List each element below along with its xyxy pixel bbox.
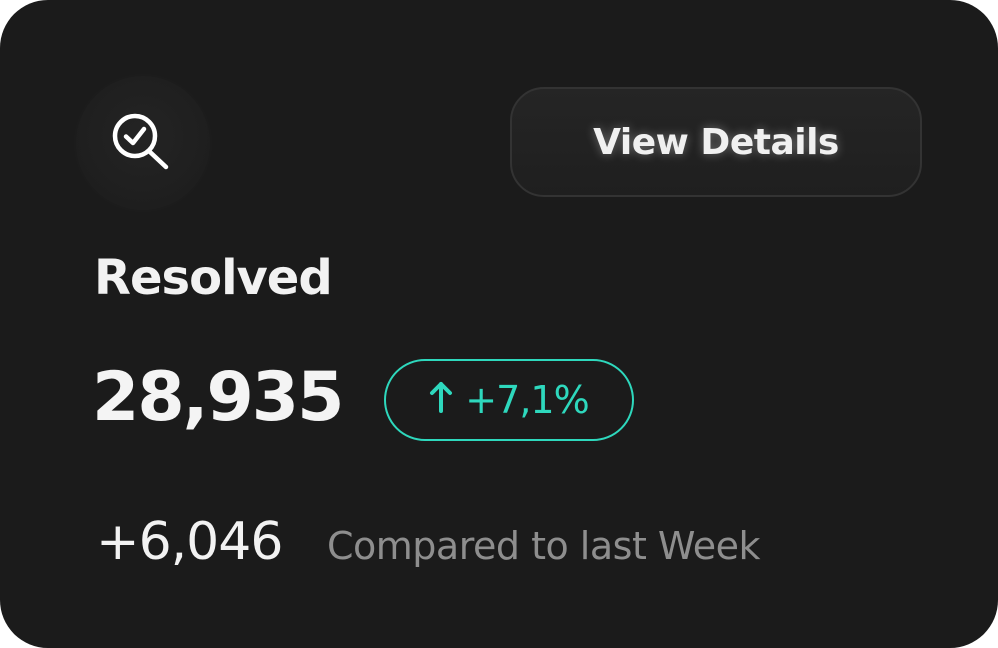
compare-label: Compared to last Week xyxy=(327,524,761,568)
icon-container xyxy=(76,76,210,210)
view-details-button[interactable]: View Details xyxy=(510,87,922,197)
delta-value: +6,046 xyxy=(96,512,283,572)
change-badge: +7,1% xyxy=(384,359,634,441)
search-check-icon xyxy=(112,113,169,170)
arrow-up-icon xyxy=(429,380,453,421)
card-title: Resolved xyxy=(94,250,333,306)
resolved-stats-card: View Details Resolved 28,935 +7,1% +6,04… xyxy=(0,0,998,648)
change-percent: +7,1% xyxy=(465,378,589,422)
resolved-count: 28,935 xyxy=(92,358,344,437)
